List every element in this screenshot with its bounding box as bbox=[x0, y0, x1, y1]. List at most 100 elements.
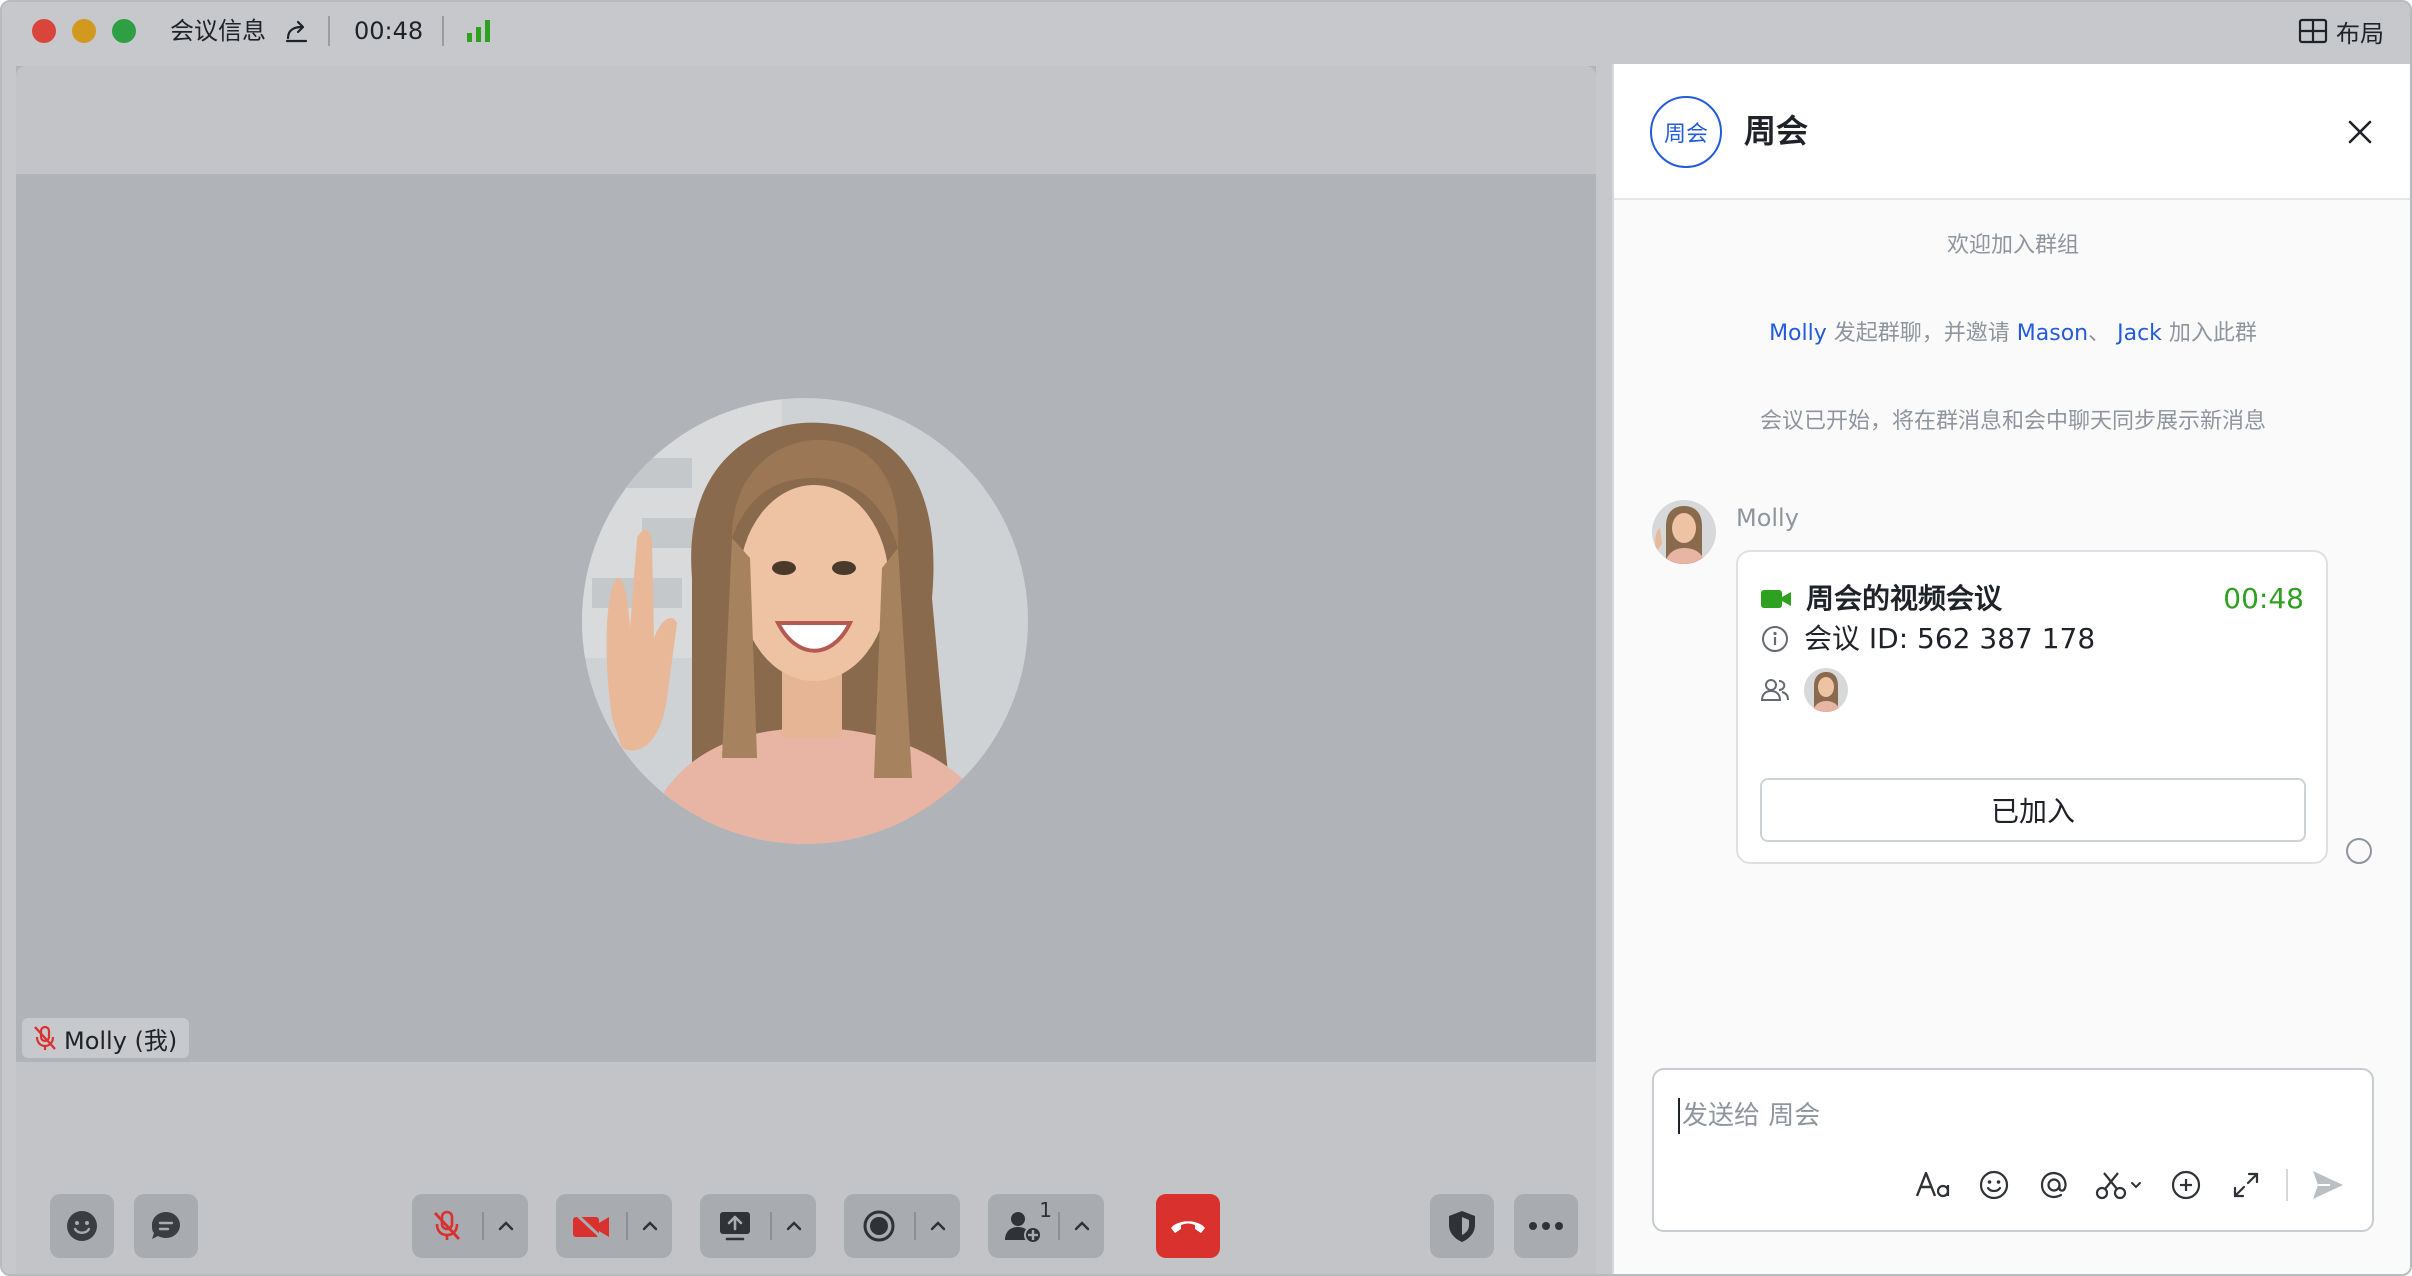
welcome-message: 欢迎加入群组 bbox=[1946, 233, 2079, 258]
message-input[interactable] bbox=[1678, 1098, 2338, 1134]
layout-button[interactable]: 布局 bbox=[2298, 14, 2384, 48]
at-mention-icon bbox=[2040, 1171, 2067, 1199]
info-icon bbox=[1762, 626, 1788, 652]
invite-separator: 、 bbox=[2088, 321, 2118, 346]
share-screen-button[interactable] bbox=[700, 1194, 770, 1258]
camera-options-button[interactable] bbox=[626, 1194, 672, 1258]
title-bar: 会议信息 00:48 bbox=[2, 2, 1608, 60]
leave-meeting-button[interactable] bbox=[1156, 1194, 1220, 1258]
inviter-link[interactable]: Molly bbox=[1769, 321, 1827, 346]
meeting-id[interactable]: 会议 ID: 562 387 178 bbox=[1804, 620, 2095, 658]
mic-options-button[interactable] bbox=[482, 1194, 528, 1258]
send-button[interactable] bbox=[2308, 1165, 2348, 1205]
invitee-link[interactable]: Mason bbox=[2017, 321, 2088, 346]
camera-toggle-button[interactable] bbox=[556, 1194, 626, 1258]
layout-label: 布局 bbox=[2336, 19, 2384, 48]
group-avatar[interactable]: 周会 bbox=[1650, 96, 1722, 168]
participant-avatar-small[interactable] bbox=[1804, 668, 1848, 712]
share-screen-icon bbox=[720, 1212, 750, 1241]
add-participant-icon bbox=[1005, 1212, 1042, 1244]
shield-icon bbox=[1449, 1211, 1475, 1242]
chat-bubble-icon bbox=[152, 1212, 180, 1239]
maximize-window-button[interactable] bbox=[112, 19, 136, 43]
invite-text-end: 加入此群 bbox=[2161, 321, 2257, 346]
record-button[interactable] bbox=[844, 1194, 914, 1258]
mention-button[interactable] bbox=[2034, 1165, 2074, 1205]
participant-avatar bbox=[582, 398, 1028, 844]
smiley-icon bbox=[67, 1211, 97, 1241]
emoji-icon bbox=[1979, 1170, 2009, 1200]
title-divider bbox=[442, 16, 444, 46]
meeting-card: 周会的视频会议 00:48 会议 ID: 562 387 178 已加入 bbox=[1736, 550, 2328, 864]
participant-name-tag: Molly (我) bbox=[22, 1018, 190, 1058]
composer-toolbar bbox=[1914, 1162, 2348, 1208]
more-options-button[interactable] bbox=[1514, 1194, 1578, 1258]
sender-name: Molly bbox=[1736, 504, 1799, 532]
send-icon bbox=[2313, 1171, 2343, 1199]
text-format-icon bbox=[1915, 1171, 1950, 1198]
card-id-row: 会议 ID: 562 387 178 bbox=[1760, 620, 2095, 658]
network-signal-icon[interactable] bbox=[464, 18, 494, 44]
participants-control: 1 bbox=[988, 1194, 1104, 1258]
chat-panel: 周会 周会 欢迎加入群组 Molly 发起群聊，并邀请 Mason、 Jack … bbox=[1612, 64, 2410, 1274]
participants-icon bbox=[1760, 679, 1789, 701]
invite-message: Molly 发起群聊，并邀请 Mason、 Jack 加入此群 bbox=[1614, 318, 2410, 350]
share-icon[interactable] bbox=[282, 16, 312, 46]
emoji-button[interactable] bbox=[1974, 1165, 2014, 1205]
participants-button[interactable]: 1 bbox=[988, 1194, 1058, 1258]
meeting-info-button[interactable]: 会议信息 bbox=[170, 14, 266, 48]
chat-header: 周会 周会 bbox=[1614, 64, 2410, 200]
close-window-button[interactable] bbox=[32, 19, 56, 43]
chevron-up-icon bbox=[930, 1221, 946, 1231]
mic-muted-icon bbox=[34, 1025, 56, 1050]
message-composer bbox=[1652, 1068, 2374, 1232]
joined-button[interactable]: 已加入 bbox=[1760, 778, 2306, 842]
sender-avatar[interactable] bbox=[1652, 500, 1716, 564]
chat-button[interactable] bbox=[134, 1194, 198, 1258]
meeting-timer: 00:48 bbox=[354, 17, 424, 45]
more-horizontal-icon bbox=[1529, 1222, 1563, 1230]
read-status-icon bbox=[2346, 838, 2372, 864]
record-options-button[interactable] bbox=[914, 1194, 960, 1258]
expand-editor-button[interactable] bbox=[2226, 1165, 2266, 1205]
chevron-up-icon bbox=[642, 1221, 658, 1231]
chevron-up-icon bbox=[786, 1221, 802, 1231]
share-screen-control bbox=[700, 1194, 816, 1258]
title-divider bbox=[328, 16, 330, 46]
video-stage: Molly (我) 1 bbox=[16, 66, 1596, 1274]
card-title: 周会的视频会议 bbox=[1806, 582, 2003, 615]
close-icon[interactable] bbox=[2344, 116, 2376, 148]
microphone-control bbox=[412, 1194, 528, 1258]
hang-up-icon bbox=[1171, 1221, 1205, 1233]
invitee-link[interactable]: Jack bbox=[2117, 321, 2162, 346]
chevron-up-icon bbox=[498, 1221, 514, 1231]
screenshot-button[interactable] bbox=[2094, 1165, 2146, 1205]
record-icon bbox=[863, 1210, 895, 1242]
text-format-button[interactable] bbox=[1914, 1165, 1954, 1205]
composer-divider bbox=[2286, 1169, 2288, 1201]
camera-control bbox=[556, 1194, 672, 1258]
chat-title[interactable]: 周会 bbox=[1744, 110, 1808, 152]
layout-grid-icon bbox=[2298, 18, 2328, 44]
expand-icon bbox=[2233, 1172, 2259, 1198]
title-bar-right: 布局 bbox=[1608, 2, 2410, 60]
camera-off-icon bbox=[573, 1211, 609, 1242]
add-attachment-button[interactable] bbox=[2166, 1165, 2206, 1205]
app-window: 会议信息 00:48 布局 Molly (我) 1 周会 周会 欢迎加入群组 M… bbox=[0, 0, 2412, 1276]
card-elapsed-time: 00:48 bbox=[2223, 582, 2304, 615]
share-options-button[interactable] bbox=[770, 1194, 816, 1258]
participants-options-button[interactable] bbox=[1058, 1194, 1104, 1258]
scissors-icon bbox=[2095, 1172, 2141, 1200]
mic-off-icon bbox=[433, 1210, 461, 1240]
video-camera-icon bbox=[1761, 590, 1791, 608]
security-button[interactable] bbox=[1430, 1194, 1494, 1258]
mute-toggle-button[interactable] bbox=[412, 1194, 482, 1258]
record-control bbox=[844, 1194, 960, 1258]
card-title-row: 周会的视频会议 bbox=[1760, 580, 2002, 618]
participant-name: Molly (我) bbox=[64, 1026, 178, 1055]
reaction-button[interactable] bbox=[50, 1194, 114, 1258]
invite-text: 发起群聊，并邀请 bbox=[1826, 321, 2017, 346]
chevron-up-icon bbox=[1074, 1221, 1090, 1231]
minimize-window-button[interactable] bbox=[72, 19, 96, 43]
video-top-strip bbox=[16, 66, 1596, 174]
